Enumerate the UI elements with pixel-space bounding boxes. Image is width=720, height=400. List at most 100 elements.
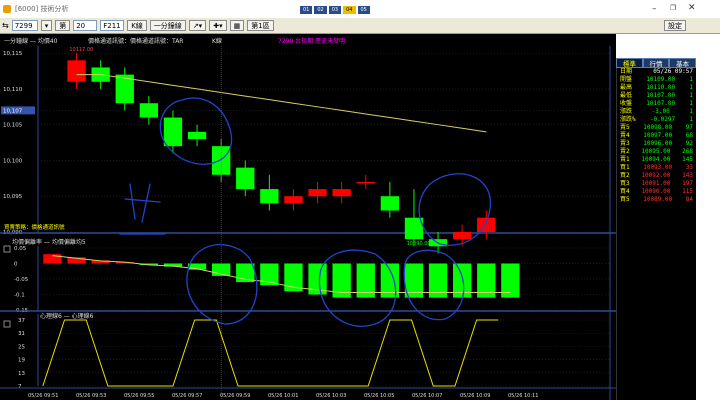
quote-row-label: 最高 (620, 84, 633, 91)
symbol-input[interactable]: 7299 (11, 20, 38, 31)
quote-row: 漲跌 -3.00 1 (617, 108, 696, 116)
dev-tick-label: 0 (14, 262, 18, 268)
grid-button[interactable]: ▦ (229, 20, 245, 31)
quote-row: 買1 10093.00 33 (617, 164, 696, 172)
crosshair-button[interactable]: ✚▾ (209, 20, 227, 31)
quote-date-row: 日期 05/26 09:57 (617, 68, 696, 76)
quote-row-value: 10110.00 (646, 84, 676, 91)
sell-rows: 賣5 10098.00 97 賣4 10097.00 68 賣3 10096.00 92 賣2 10… (617, 124, 696, 164)
price-bottom-note: 買賣策略：價格通道訊號 (4, 223, 65, 231)
quote-row-value: 10090.00 (641, 188, 671, 195)
top-button-5[interactable]: 05 (357, 6, 370, 14)
candle-body (356, 181, 375, 184)
close-icon[interactable]: ✕ (688, 3, 696, 13)
quote-row-value: -3.00 (651, 108, 670, 115)
price-tick-label: 10,110 (3, 87, 23, 93)
quote-row-value: 10097.00 (643, 132, 673, 139)
candle-body (332, 189, 351, 197)
candle-body (284, 196, 303, 204)
kline-dropdown[interactable]: K線 (127, 20, 147, 31)
quote-row-qty: 92 (685, 140, 693, 147)
quote-row: 漲跌% -0.0297 1 (617, 116, 696, 124)
period-label: 第 (55, 20, 71, 31)
price-tick-label: 10,100 (3, 158, 23, 164)
candle-body (308, 189, 327, 197)
quote-row-value: 10093.00 (643, 164, 673, 171)
top-button-1[interactable]: 01 (300, 6, 313, 14)
quote-row-value: 10092.00 (641, 172, 671, 179)
time-tick-label: 05/26 09:53 (76, 393, 106, 399)
draw-tool-button[interactable]: ↗▾ (188, 20, 207, 31)
quote-row-qty: 68 (685, 132, 693, 139)
interval-dropdown[interactable]: 一分鐘線 (149, 20, 186, 31)
price-marker-label: 10,107 (3, 108, 23, 114)
quote-date-value: 05/26 09:57 (653, 68, 693, 75)
quote-row-qty: 1 (689, 100, 693, 107)
top-button-3[interactable]: 03 (328, 6, 342, 14)
screen-dropdown[interactable]: 第1區 (247, 20, 274, 31)
quote-row-label: 漲跌 (620, 108, 633, 115)
psy-legend: 心理線6 — 心理線6 (40, 312, 94, 320)
top-button-2[interactable]: 02 (314, 6, 327, 14)
restore-icon[interactable]: ❐ (670, 4, 676, 12)
settings-button[interactable]: 設定 (664, 20, 686, 31)
quote-row-label: 漲跌% (620, 116, 636, 123)
right-tabs: 標準 行情 基本 (616, 58, 697, 68)
chart-svg[interactable]: 一分鐘線 — 均價40 價格通道訊號：價格通道訊號：TAR K線 7299 台指期 歷… (0, 34, 616, 400)
quote-panel: 日期 05/26 09:57 開盤 10109.00 1 最高 10110.00 1 最低 1… (616, 58, 696, 400)
quote-row-value: 10107.00 (646, 92, 676, 99)
toolbar: ⇆ 7299 ▾ 第 20 F211 K線 一分鐘線 ↗▾ ✚▾ ▦ 第1區 設… (0, 18, 720, 34)
window-title: [6000] 技術分析 (15, 5, 69, 13)
psy-tick-label: 37 (18, 318, 25, 324)
deviation-legend: 均價偏離率 — 均價偏離均5 (12, 238, 86, 246)
time-tick-label: 05/26 10:03 (316, 393, 346, 399)
nav-arrow-icon[interactable]: ⇆ (2, 21, 9, 30)
quote-rows: 開盤 10109.00 1 最高 10110.00 1 最低 10107.00 1 收盤 10107… (617, 76, 696, 124)
app-window: [6000] 技術分析 01 02 03 04 05 – ❐ ✕ ⇆ 7299 … (0, 0, 720, 400)
price-tick-label: 10,105 (3, 123, 23, 129)
time-tick-label: 05/26 10:07 (412, 393, 442, 399)
quote-row-label: 買5 (620, 196, 630, 203)
quote-row-qty: 115 (682, 188, 693, 195)
quote-row-label: 賣4 (620, 132, 630, 139)
symbol-dropdown[interactable]: ▾ (40, 20, 53, 31)
top-button-4[interactable]: 04 (343, 6, 356, 14)
quote-row-label: 買2 (620, 172, 630, 179)
psy-tick-label: 7 (18, 384, 22, 390)
quote-row-qty: 197 (682, 180, 693, 187)
psy-tick-label: 31 (18, 331, 25, 337)
quote-row: 賣4 10097.00 68 (617, 132, 696, 140)
psy-tick-label: 13 (18, 371, 25, 377)
chart-area[interactable]: 一分鐘線 — 均價40 價格通道訊號：價格通道訊號：TAR K線 7299 台指期 歷… (0, 34, 616, 400)
candle-body (187, 131, 207, 139)
quote-row: 收盤 10107.00 1 (617, 100, 696, 108)
field2-input[interactable]: F211 (100, 20, 125, 31)
time-tick-label: 05/26 09:59 (220, 393, 250, 399)
price-tick-label: 10,115 (3, 51, 23, 57)
psy-tick-label: 19 (18, 358, 25, 364)
quote-row-qty: 1 (689, 84, 693, 91)
period-input[interactable]: 20 (73, 20, 98, 31)
tab-standard[interactable]: 標準 (616, 58, 643, 68)
time-tick-label: 05/26 10:01 (268, 393, 298, 399)
price-legend-3: K線 (212, 37, 222, 45)
quote-row: 買2 10092.00 143 (617, 172, 696, 180)
quote-row-label: 最低 (620, 92, 633, 99)
tab-quote[interactable]: 行情 (642, 58, 670, 68)
candle-body (260, 189, 279, 204)
quote-row-qty: 145 (682, 156, 693, 163)
quote-row-qty: 1 (689, 76, 693, 83)
quote-row-value: -0.0297 (649, 116, 676, 123)
candle-body (139, 103, 159, 118)
quote-row-qty: 1 (689, 116, 693, 123)
quote-row-label: 買4 (620, 188, 630, 195)
quote-row-value: 10094.00 (641, 156, 671, 163)
time-tick-label: 05/26 10:05 (364, 393, 394, 399)
quote-row-label: 賣5 (620, 124, 630, 131)
title-bar: [6000] 技術分析 01 02 03 04 05 – ❐ ✕ (0, 0, 720, 18)
quote-row-value: 10107.00 (646, 100, 676, 107)
tab-basic[interactable]: 基本 (669, 58, 697, 68)
price-legend: 一分鐘線 — 均價40 (4, 37, 58, 45)
minimize-icon[interactable]: – (652, 4, 657, 14)
quote-row-qty: 1 (689, 92, 693, 99)
